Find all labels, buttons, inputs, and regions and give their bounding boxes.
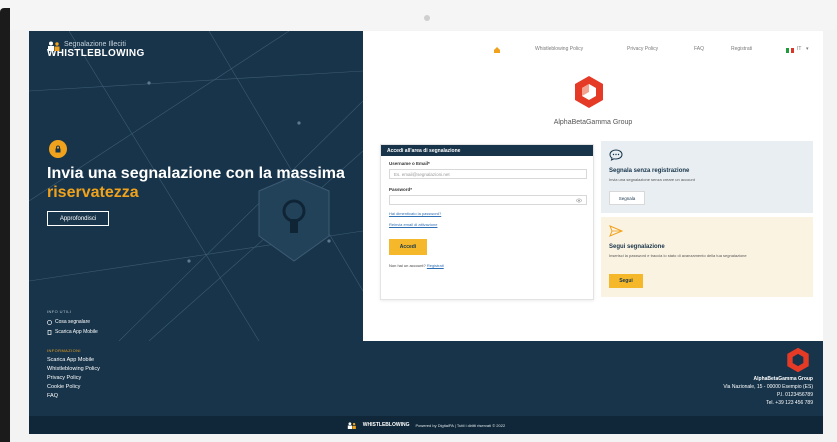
company-name: AlphaBetaGamma Group: [553, 119, 633, 126]
footer-link-privacy-policy[interactable]: Privacy Policy: [47, 375, 81, 381]
footer-link-app[interactable]: Scarica App Mobile: [47, 357, 94, 363]
home-icon[interactable]: [493, 46, 501, 54]
follow-report-text: Inserisci la password e traccia lo stato…: [609, 253, 747, 258]
right-panel: Whistleblowing Policy Privacy Policy FAQ…: [363, 31, 823, 341]
footer-link-cookie-policy[interactable]: Cookie Policy: [47, 384, 80, 390]
register-link[interactable]: Registrati: [427, 263, 444, 268]
nav-privacy-policy[interactable]: Privacy Policy: [627, 46, 658, 52]
anonymous-report-card: Segnala senza registrazione Invia una se…: [601, 141, 813, 213]
device-bezel-left: [0, 8, 10, 442]
chat-bubble-icon: [609, 149, 623, 161]
language-selector[interactable]: IT: [797, 46, 801, 52]
login-header: Accedi all'area di segnalazione: [381, 145, 593, 156]
screen: Segnalazione Illeciti WHISTLEBLOWING Inv…: [29, 31, 823, 434]
hero-title-accent: riservatezza: [47, 184, 139, 201]
send-icon: [609, 225, 623, 237]
footer-heading: INFORMAZIONI: [47, 348, 81, 353]
chevron-down-icon[interactable]: ▾: [806, 46, 809, 52]
download-app-link[interactable]: Scarica App Mobile: [47, 329, 98, 335]
device-frame: Segnalazione Illeciti WHISTLEBLOWING Inv…: [0, 0, 837, 442]
login-form: Accedi all'area di segnalazione Username…: [380, 144, 594, 300]
what-to-report-label: Cosa segnalare: [55, 319, 91, 325]
password-label: Password*: [389, 187, 413, 192]
resend-activation-link[interactable]: Reinvia email di attivazione: [389, 222, 437, 227]
brand-logo[interactable]: Segnalazione Illeciti WHISTLEBLOWING: [47, 41, 145, 59]
footer-phone: Tel. +39 123 456 789: [766, 400, 813, 406]
report-button[interactable]: Segnala: [609, 191, 645, 205]
mobile-icon: [47, 329, 52, 335]
footer-address: Via Nazionale, 15 - 00000 Esempio (ES): [723, 384, 813, 390]
username-input[interactable]: Es. email@segnalazioni.net: [389, 169, 587, 179]
nav-faq[interactable]: FAQ: [694, 46, 704, 52]
follow-report-card: Segui segnalazione Inserisci la password…: [601, 217, 813, 297]
footer: INFORMAZIONI Scarica App Mobile Whistleb…: [29, 341, 823, 416]
anonymous-report-title: Segnala senza registrazione: [609, 168, 690, 174]
hero-title-text: Invia una segnalazione con la massima: [47, 165, 345, 182]
anonymous-report-text: Invia una segnalazione senza creare un a…: [609, 177, 695, 182]
hero-section: Segnalazione Illeciti WHISTLEBLOWING Inv…: [29, 31, 363, 341]
follow-button[interactable]: Segui: [609, 274, 643, 288]
follow-report-title: Segui segnalazione: [609, 244, 665, 250]
device-bezel-top: [0, 0, 837, 30]
hero-title: Invia una segnalazione con la massima ri…: [47, 164, 347, 202]
bottom-bar: WHISTLEBLOWING Powered by DigitalPA | Tu…: [29, 416, 823, 434]
password-input[interactable]: [389, 195, 587, 205]
brand-name: WHISTLEBLOWING: [47, 48, 145, 59]
lock-badge: [49, 140, 67, 158]
italy-flag-icon[interactable]: [786, 48, 795, 53]
footer-company-logo: [787, 347, 809, 373]
bottom-brand: WHISTLEBLOWING: [362, 422, 410, 428]
info-heading: INFO UTILI: [47, 309, 72, 314]
forgot-password-link[interactable]: Hai dimenticato la password?: [389, 211, 441, 216]
footer-vat: P.I. 0123456789: [776, 392, 813, 398]
footer-link-faq[interactable]: FAQ: [47, 393, 58, 399]
people-icon: [347, 421, 356, 429]
eye-icon[interactable]: [576, 198, 582, 203]
top-nav: Whistleblowing Policy Privacy Policy FAQ…: [363, 46, 823, 56]
camera-dot: [424, 15, 430, 21]
footer-company-name: AlphaBetaGamma Group: [753, 376, 813, 382]
nav-whistleblowing-policy[interactable]: Whistleblowing Policy: [535, 46, 583, 52]
no-account-row: Non hai un account? Registrati: [389, 263, 444, 268]
brand-subtitle: Segnalazione Illeciti: [64, 41, 126, 48]
company-logo: [575, 76, 603, 108]
what-to-report-link[interactable]: Cosa segnalare: [47, 319, 90, 325]
copyright-text: Powered by DigitalPA | Tutti i diritti r…: [415, 422, 506, 428]
footer-link-whistleblowing-policy[interactable]: Whistleblowing Policy: [47, 366, 100, 372]
no-account-text: Non hai un account?: [389, 263, 426, 268]
username-label: Username o Email*: [389, 161, 430, 166]
download-app-label: Scarica App Mobile: [55, 329, 98, 335]
login-button[interactable]: Accedi: [389, 239, 427, 255]
people-icon: [48, 41, 60, 51]
lock-icon: [55, 145, 61, 153]
help-circle-icon: [47, 319, 52, 325]
nav-register[interactable]: Registrati: [731, 46, 752, 52]
learn-more-button[interactable]: Approfondisci: [47, 211, 109, 226]
